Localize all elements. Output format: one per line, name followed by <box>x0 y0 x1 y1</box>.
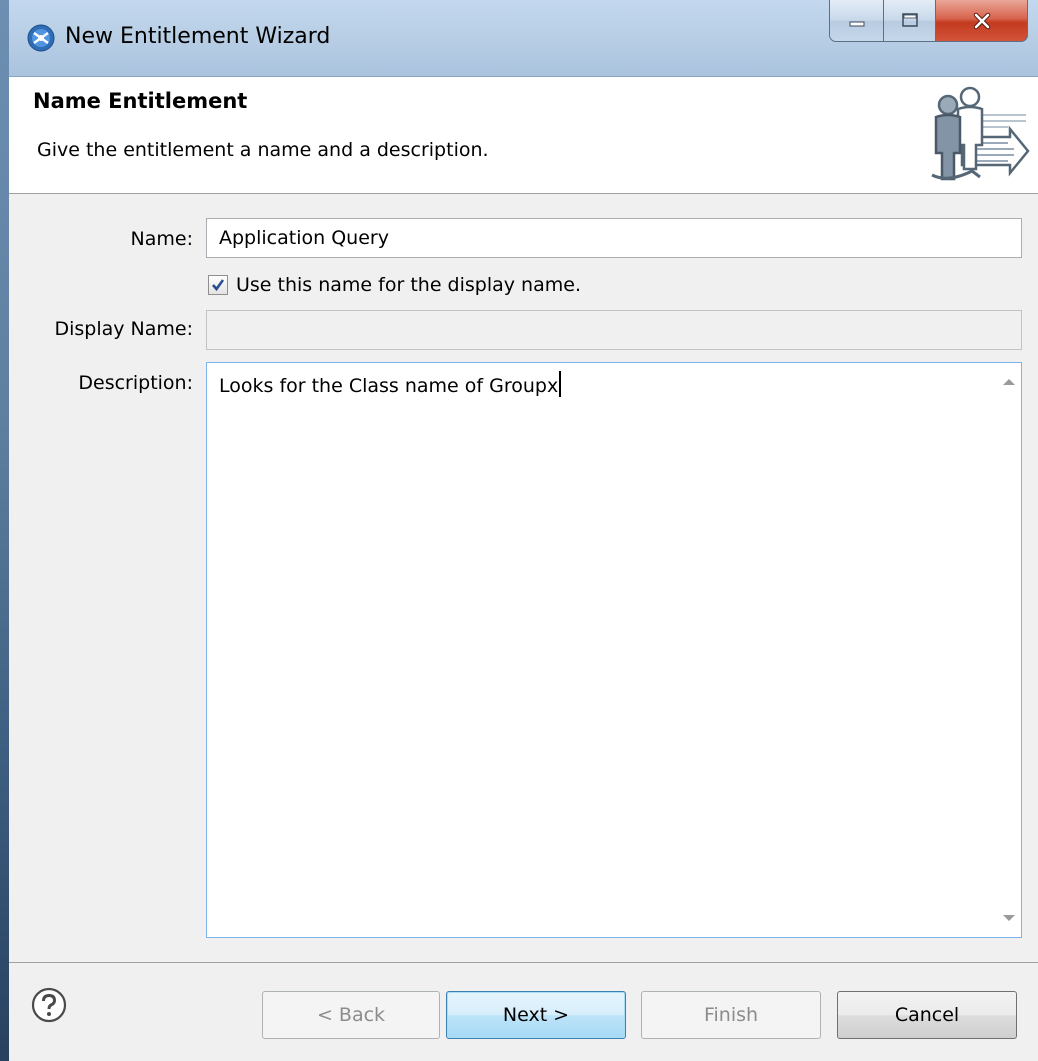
name-field[interactable] <box>206 218 1022 258</box>
scroll-up-arrow-icon[interactable] <box>1003 379 1015 385</box>
description-scrollbar[interactable] <box>997 363 1021 937</box>
scroll-down-arrow-icon[interactable] <box>1003 915 1015 921</box>
maximize-icon <box>901 12 918 27</box>
use-name-option[interactable]: Use this name for the display name. <box>208 272 581 298</box>
checkmark-icon <box>212 279 225 292</box>
wizard-body: Name: Use this name for the display name… <box>9 194 1038 963</box>
users-entitlement-icon <box>931 86 1030 181</box>
back-button[interactable]: < Back <box>262 991 440 1039</box>
wizard-window: New Entitlement Wizard Name Entitlement … <box>0 0 1038 1061</box>
cancel-button[interactable]: Cancel <box>837 991 1017 1039</box>
next-button[interactable]: Next > <box>446 991 626 1039</box>
window-title: New Entitlement Wizard <box>65 24 331 49</box>
description-label: Description: <box>78 372 193 394</box>
description-text: Looks for the Class name of Groupx <box>219 375 559 397</box>
help-icon[interactable] <box>31 987 67 1023</box>
finish-button[interactable]: Finish <box>641 991 821 1039</box>
use-name-label: Use this name for the display name. <box>236 274 581 296</box>
close-icon <box>973 12 990 29</box>
wizard-footer: < Back Next > Finish Cancel <box>9 963 1038 1061</box>
minimize-button[interactable] <box>829 0 884 42</box>
page-description: Give the entitlement a name and a descri… <box>37 139 489 161</box>
maximize-button[interactable] <box>884 0 936 42</box>
app-icon <box>27 24 55 52</box>
minimize-icon <box>849 21 864 26</box>
close-button[interactable] <box>936 0 1028 42</box>
desktop-edge <box>0 0 9 1061</box>
display-name-field <box>206 310 1022 350</box>
title-bar[interactable]: New Entitlement Wizard <box>9 0 1038 77</box>
page-title: Name Entitlement <box>33 89 248 113</box>
wizard-header: Name Entitlement Give the entitlement a … <box>9 77 1038 194</box>
description-text-wrap: Looks for the Class name of Groupx <box>219 371 562 397</box>
name-label: Name: <box>130 228 193 250</box>
text-caret <box>559 371 562 397</box>
use-name-checkbox[interactable] <box>208 275 228 295</box>
display-name-label: Display Name: <box>54 318 193 340</box>
window-controls <box>829 0 1028 44</box>
description-textarea[interactable]: Looks for the Class name of Groupx <box>206 362 1022 938</box>
